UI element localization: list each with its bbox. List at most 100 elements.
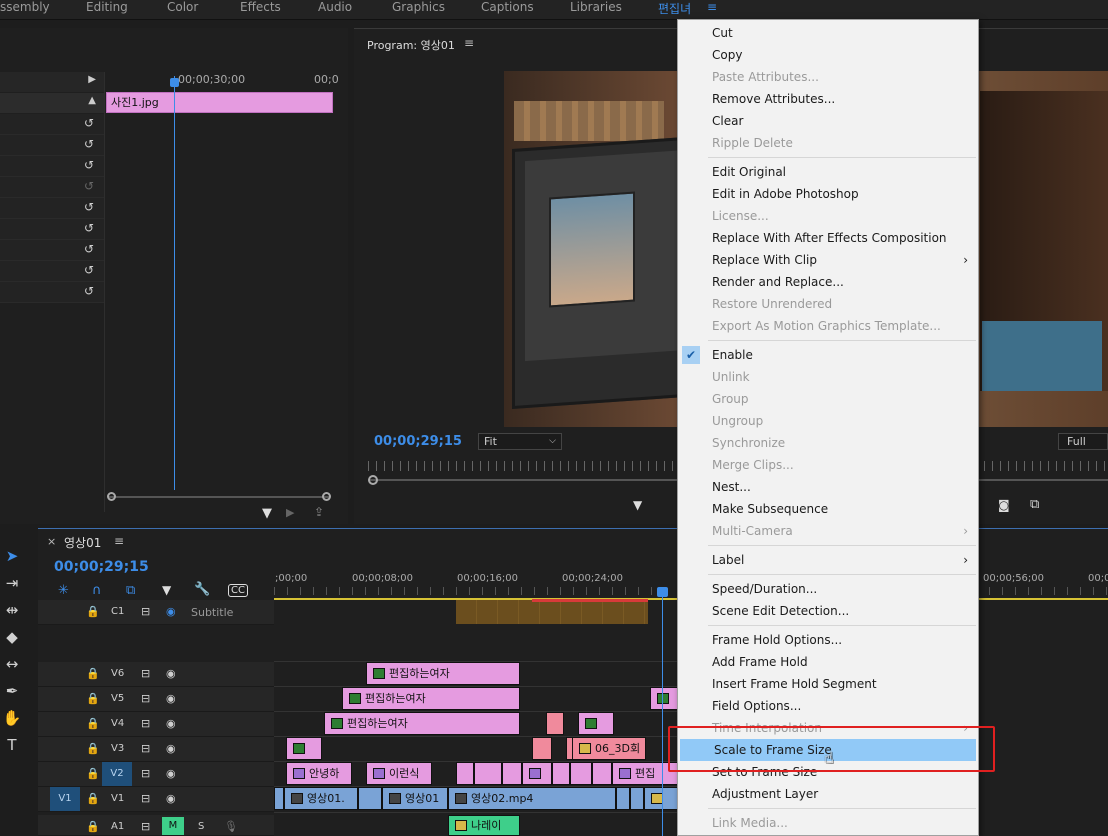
timeline-clip[interactable]: 이런식	[366, 762, 432, 785]
menu-item-nest[interactable]: Nest...	[678, 476, 978, 498]
workspace-tab-color[interactable]: Color	[167, 0, 198, 14]
timeline-playhead[interactable]	[662, 594, 663, 836]
settings-wrench-icon[interactable]: 🔧	[194, 582, 210, 597]
menu-item-field-options[interactable]: Field Options...	[678, 695, 978, 717]
marker-icon[interactable]: ▼	[633, 498, 642, 512]
menu-item-clear[interactable]: Clear	[678, 110, 978, 132]
timeline-clip[interactable]	[650, 687, 678, 710]
lock-icon[interactable]: 🔒	[86, 742, 100, 755]
program-scroll-handle[interactable]	[368, 475, 378, 485]
eye-icon[interactable]: ◉	[166, 692, 176, 705]
timeline-clip[interactable]	[274, 787, 284, 810]
timeline-clip[interactable]	[456, 762, 474, 785]
timeline-clip[interactable]	[474, 762, 502, 785]
workspace-tab-graphics[interactable]: Graphics	[392, 0, 445, 14]
menu-item-copy[interactable]: Copy	[678, 44, 978, 66]
ec-playhead[interactable]	[174, 76, 175, 490]
menu-item-enable[interactable]: ✔ Enable	[678, 344, 978, 366]
eye-hidden-icon[interactable]: ◉	[166, 605, 176, 618]
menu-item-speed-duration[interactable]: Speed/Duration...	[678, 578, 978, 600]
reset-icon[interactable]: ↺	[84, 201, 96, 213]
timeline-clip[interactable]: 영상01.	[284, 787, 358, 810]
lock-icon[interactable]: 🔒	[86, 820, 100, 833]
timeline-timecode[interactable]: 00;00;29;15	[54, 559, 149, 575]
timeline-clip[interactable]	[522, 762, 552, 785]
timeline-clip[interactable]	[570, 762, 592, 785]
lock-icon[interactable]: 🔒	[86, 605, 100, 618]
workspace-tab-audio[interactable]: Audio	[318, 0, 352, 14]
workspace-tab-libraries[interactable]: Libraries	[570, 0, 622, 14]
menu-item-replace-with-clip[interactable]: Replace With Clip ›	[678, 249, 978, 271]
timeline-clip[interactable]: 편집하는여자	[342, 687, 520, 710]
subtitle-clip-region[interactable]	[456, 600, 648, 624]
reset-icon[interactable]: ↺	[84, 159, 96, 171]
timeline-clip[interactable]	[546, 712, 564, 735]
close-tab-icon[interactable]: ×	[47, 535, 56, 548]
linked-selection-icon[interactable]: ⧉	[126, 583, 135, 598]
compare-view-icon[interactable]: ⧉	[1030, 497, 1039, 512]
lock-icon[interactable]: 🔒	[86, 717, 100, 730]
panel-menu-icon[interactable]: ≡	[114, 534, 124, 548]
ripple-edit-tool-icon[interactable]: ⇹	[2, 600, 22, 620]
filter-icon[interactable]: ▼	[262, 506, 272, 521]
fit-dropdown[interactable]: Fit ⌵	[478, 433, 562, 450]
lock-icon[interactable]: 🔒	[86, 792, 100, 805]
timeline-clip[interactable]: 편집하는여자	[324, 712, 520, 735]
workspace-tab-editing[interactable]: Editing	[86, 0, 128, 14]
snap-icon[interactable]: ∩	[92, 583, 102, 598]
captions-icon[interactable]: CC	[228, 584, 248, 597]
workspace-tab-effects[interactable]: Effects	[240, 0, 281, 14]
timeline-clip[interactable]: 06_3D회	[572, 737, 646, 760]
menu-item-render-and-replace[interactable]: Render and Replace...	[678, 271, 978, 293]
timeline-clip[interactable]	[592, 762, 612, 785]
reset-icon[interactable]: ↺	[84, 117, 96, 129]
timeline-clip[interactable]: 안녕하	[286, 762, 352, 785]
menu-item-scene-edit-detection[interactable]: Scene Edit Detection...	[678, 600, 978, 622]
reset-icon[interactable]: ↺	[84, 243, 96, 255]
menu-item-edit-original[interactable]: Edit Original	[678, 161, 978, 183]
nest-toggle-icon[interactable]: ✳	[58, 583, 69, 598]
timeline-clip[interactable]	[532, 737, 552, 760]
track-target-toggle[interactable]: V2	[102, 762, 132, 786]
eye-icon[interactable]: ◉	[166, 792, 176, 805]
menu-item-make-subsequence[interactable]: Make Subsequence	[678, 498, 978, 520]
timeline-clip[interactable]: 편집하는여자	[366, 662, 520, 685]
reset-icon[interactable]: ↺	[84, 285, 96, 297]
menu-item-label-submenu[interactable]: Label ›	[678, 549, 978, 571]
selection-tool-icon[interactable]: ➤	[2, 546, 22, 566]
razor-tool-icon[interactable]: ◆	[2, 627, 22, 647]
camera-icon[interactable]: ◙	[998, 498, 1010, 512]
ec-playhead-handle[interactable]	[170, 78, 179, 87]
timeline-clip[interactable]	[644, 787, 678, 810]
menu-item-adjustment-layer[interactable]: Adjustment Layer	[678, 783, 978, 805]
ec-clip-bar[interactable]: 사진1.jpg	[106, 92, 333, 113]
workspace-tab-captions[interactable]: Captions	[481, 0, 534, 14]
expand-arrow-icon[interactable]: ▶	[88, 74, 96, 85]
track-select-tool-icon[interactable]: ⇥	[2, 573, 22, 593]
eye-icon[interactable]: ◉	[166, 717, 176, 730]
solo-track-button[interactable]: S	[198, 821, 204, 832]
sync-lock-icon[interactable]: ⊟	[141, 667, 150, 680]
toggle-sync-icon[interactable]: ⊟	[141, 605, 150, 618]
program-timecode[interactable]: 00;00;29;15	[374, 434, 462, 449]
timeline-clip[interactable]	[552, 762, 570, 785]
timeline-clip[interactable]	[286, 737, 322, 760]
quality-dropdown[interactable]: Full	[1058, 433, 1108, 450]
eye-icon[interactable]: ◉	[166, 767, 176, 780]
lock-icon[interactable]: 🔒	[86, 667, 100, 680]
sync-lock-icon[interactable]: ⊟	[141, 742, 150, 755]
slip-tool-icon[interactable]: ↔	[2, 654, 22, 674]
menu-item-remove-attributes[interactable]: Remove Attributes...	[678, 88, 978, 110]
ec-scroll-handle-right[interactable]	[322, 492, 331, 501]
add-marker-icon[interactable]: ▼	[162, 583, 171, 597]
audio-clip[interactable]: 나레이	[448, 815, 520, 836]
sync-lock-icon[interactable]: ⊟	[141, 820, 150, 833]
panel-menu-icon[interactable]: ≡	[464, 36, 474, 50]
ec-zoom-scrollbar[interactable]	[108, 496, 330, 498]
menu-item-add-frame-hold[interactable]: Add Frame Hold	[678, 651, 978, 673]
timeline-clip[interactable]	[630, 787, 644, 810]
sequence-tab[interactable]: 영상01	[64, 534, 101, 551]
workspace-tab-custom[interactable]: 편집녀	[658, 0, 691, 17]
microphone-icon[interactable]: 🎙	[224, 820, 238, 833]
timeline-clip[interactable]	[502, 762, 522, 785]
